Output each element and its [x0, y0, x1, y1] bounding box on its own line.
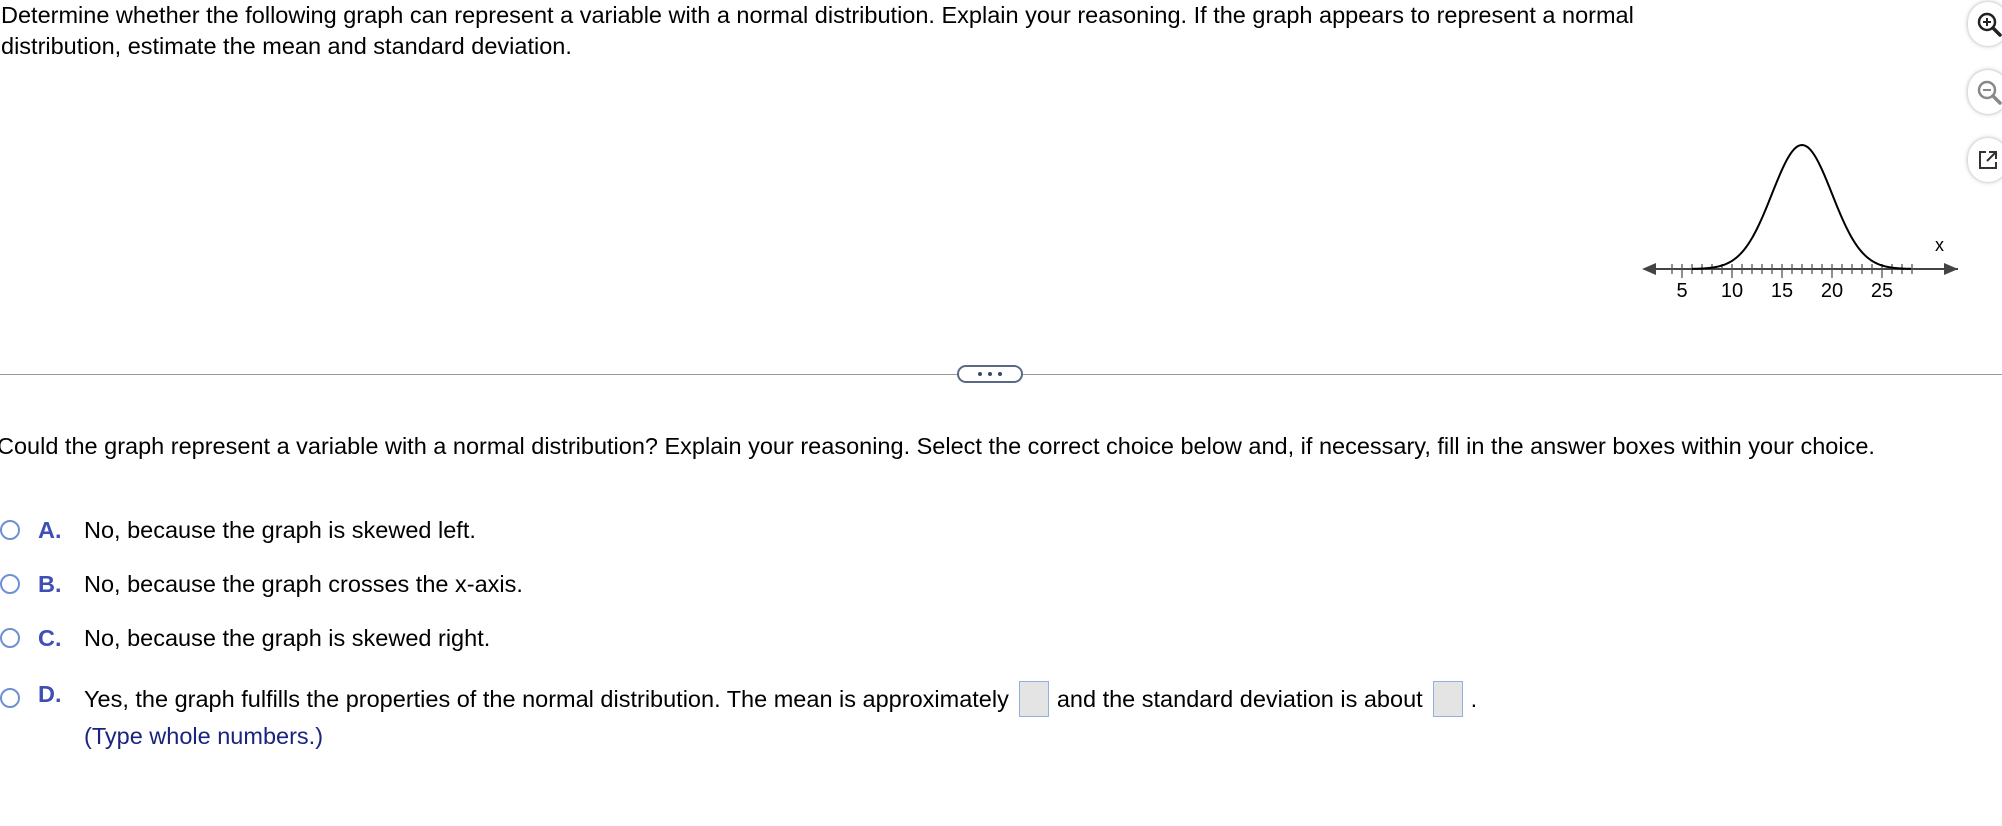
choice-text: No, because the graph is skewed right.	[84, 625, 491, 651]
radio-a[interactable]	[0, 520, 20, 540]
choice-d-text-after: .	[1470, 686, 1478, 713]
choice-text: No, because the graph crosses the x-axis…	[84, 571, 523, 597]
tick-label-5: 5	[1676, 280, 1687, 302]
ellipsis-dot	[998, 372, 1002, 376]
zoom-out-icon	[1977, 80, 2002, 105]
tick-label-20: 20	[1821, 280, 1843, 302]
axis-arrow-right	[1944, 263, 1958, 275]
zoom-in-icon	[1977, 12, 2002, 37]
radio-d[interactable]	[0, 688, 20, 708]
ellipsis-dot	[978, 372, 982, 376]
zoom-in-button[interactable]	[1968, 2, 2002, 46]
ellipsis-dot	[988, 372, 992, 376]
choice-letter: B.	[38, 571, 62, 597]
popout-icon	[1979, 151, 1997, 169]
choice-letter: C.	[38, 625, 62, 651]
radio-c[interactable]	[0, 628, 20, 648]
choice-text: No, because the graph is skewed left.	[84, 517, 476, 543]
choice-d-text-before: Yes, the graph fulfills the properties o…	[84, 686, 1009, 713]
normal-curve	[1691, 143, 1912, 270]
answer-format-hint: (Type whole numbers.)	[84, 723, 324, 749]
tick-label-10: 10	[1721, 280, 1743, 302]
choice-d-text-middle: and the standard deviation is about	[1056, 686, 1423, 713]
choice-d[interactable]: D. Yes, the graph fulfills the propertie…	[0, 681, 1700, 763]
expand-collapse-button[interactable]	[957, 365, 1023, 383]
tick-label-25: 25	[1871, 280, 1893, 302]
mean-answer-box[interactable]	[1018, 681, 1049, 717]
popout-button[interactable]	[1968, 138, 2002, 182]
sd-answer-box[interactable]	[1432, 681, 1463, 717]
axis-ticks	[1671, 264, 1913, 278]
choice-letter: A.	[38, 517, 62, 543]
axis-arrow-left	[1642, 263, 1656, 275]
radio-b[interactable]	[0, 574, 20, 594]
normal-curve-graph: x 5 10 15 20 25	[1642, 143, 1958, 302]
prompt-text: Could the graph represent a variable wit…	[0, 433, 1875, 459]
axis-label-x: x	[1935, 235, 1944, 255]
choice-letter: D.	[38, 681, 62, 707]
zoom-out-button[interactable]	[1968, 70, 2002, 114]
question-text: Determine whether the following graph ca…	[1, 2, 1634, 59]
tick-label-15: 15	[1771, 280, 1793, 302]
choice-text: Yes, the graph fulfills the properties o…	[84, 681, 1478, 719]
x-axis	[1642, 263, 1958, 278]
